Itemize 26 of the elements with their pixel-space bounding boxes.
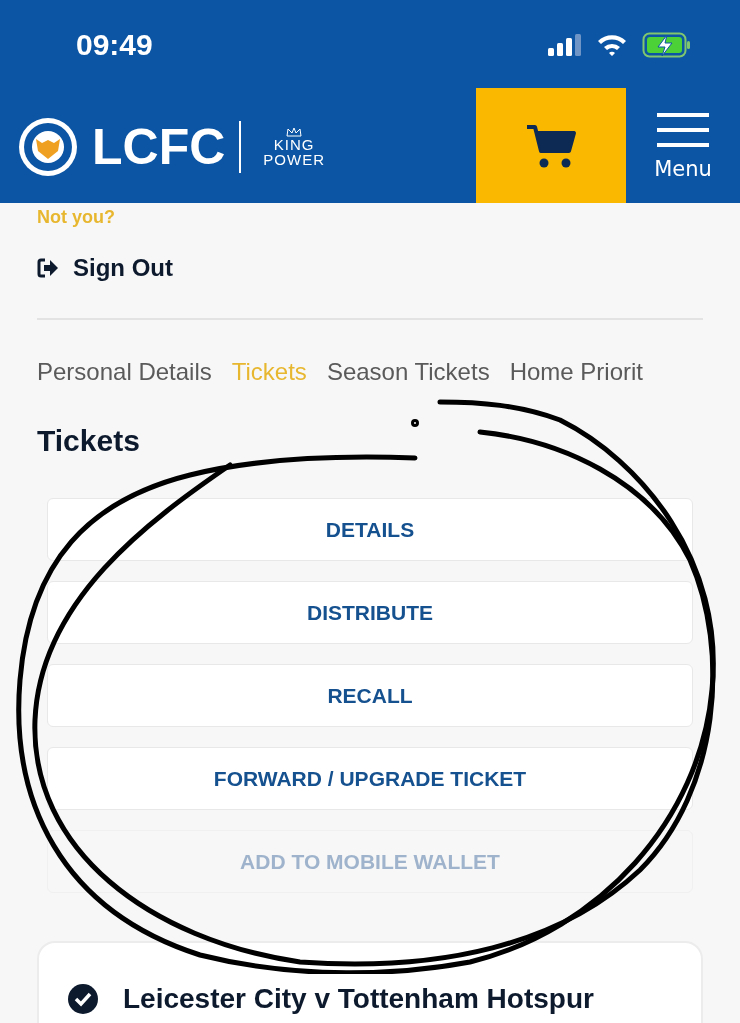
action-button[interactable]: RECALL <box>47 664 693 727</box>
sign-out-link[interactable]: Sign Out <box>37 254 173 282</box>
cart-icon <box>525 122 577 169</box>
signal-icon <box>548 34 582 56</box>
menu-button[interactable]: Menu <box>626 90 740 203</box>
check-circle-icon <box>67 983 99 1015</box>
clock-time: 09:49 <box>76 28 153 62</box>
action-button[interactable]: DISTRIBUTE <box>47 581 693 644</box>
cart-button[interactable] <box>476 88 626 203</box>
menu-icon <box>657 112 709 147</box>
tab[interactable]: Season Tickets <box>326 358 490 386</box>
sponsor-text: KING <box>273 136 315 152</box>
tab[interactable]: Home Priorit <box>509 358 643 386</box>
match-card[interactable]: Leicester City v Tottenham Hotspur <box>37 941 703 1023</box>
tab[interactable]: Personal Details <box>37 358 212 386</box>
sponsor-text: POWER <box>263 151 325 167</box>
battery-icon <box>642 32 692 58</box>
logo-text: LCFC <box>92 117 226 176</box>
wifi-icon <box>596 33 628 57</box>
action-button[interactable]: DETAILS <box>47 498 693 561</box>
match-title: Leicester City v Tottenham Hotspur <box>123 983 594 1015</box>
section-title: Tickets <box>37 424 141 458</box>
club-crest-icon <box>18 116 78 177</box>
crown-icon <box>286 126 303 137</box>
action-button[interactable]: FORWARD / UPGRADE TICKET <box>47 747 693 810</box>
sign-out-icon <box>37 258 59 278</box>
